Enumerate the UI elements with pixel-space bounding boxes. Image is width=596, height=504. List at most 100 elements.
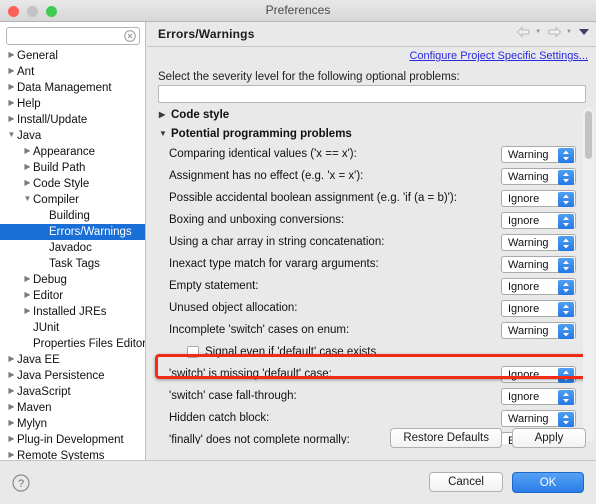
sidebar-item-help[interactable]: ▶ Help [0, 95, 145, 112]
search-input[interactable] [6, 27, 140, 45]
sidebar-item-mylyn[interactable]: ▶ Mylyn [0, 415, 145, 432]
sidebar-item-install-update[interactable]: ▶ Install/Update [0, 111, 145, 128]
chevron-right-icon[interactable]: ▶ [6, 367, 17, 383]
sidebar-item-errors-warnings[interactable]: Errors/Warnings [0, 224, 145, 240]
chevron-down-icon[interactable]: ▼ [22, 191, 33, 207]
chevron-right-icon[interactable]: ▶ [6, 63, 17, 79]
sidebar-item-code-style[interactable]: ▶ Code Style [0, 175, 145, 192]
forward-arrow-icon[interactable] [547, 26, 562, 38]
severity-stepper-icon[interactable] [558, 148, 574, 163]
severity-stepper-icon[interactable] [558, 214, 574, 229]
severity-select-boxing-and-unboxing-conversions[interactable]: Ignore [501, 212, 576, 229]
severity-select-switch-is-missing-default-case[interactable]: Ignore [501, 366, 576, 383]
severity-select-inexact-type-match-for-vararg-arguments[interactable]: Warning [501, 256, 576, 273]
sidebar-item-remote-systems[interactable]: ▶ Remote Systems [0, 447, 145, 460]
sidebar-item-task-tags[interactable]: Task Tags [0, 256, 145, 272]
sidebar-item-label: Ant [17, 66, 35, 78]
sidebar-item-label: Properties Files Editor [33, 338, 146, 350]
sidebar-item-plug-in-development[interactable]: ▶ Plug-in Development [0, 431, 145, 448]
sidebar-item-properties-files-editor[interactable]: Properties Files Editor [0, 336, 146, 352]
content-scrollbar-thumb[interactable] [585, 111, 592, 159]
sidebar-item-ant[interactable]: ▶ Ant [0, 63, 145, 80]
severity-stepper-icon[interactable] [558, 324, 574, 339]
problem-filter-input[interactable] [158, 85, 586, 103]
severity-stepper-icon[interactable] [558, 368, 574, 383]
chevron-right-icon[interactable]: ▶ [6, 383, 17, 399]
severity-stepper-icon[interactable] [558, 390, 574, 405]
chevron-right-icon[interactable]: ▶ [22, 159, 33, 175]
chevron-down-icon[interactable]: ▼ [6, 127, 17, 143]
problem-label: Assignment has no effect (e.g. 'x = x'): [169, 170, 364, 182]
forward-dropdown-caret-icon[interactable]: ▼ [566, 29, 572, 35]
sidebar-item-general[interactable]: ▶ General [0, 48, 145, 64]
back-arrow-icon[interactable] [516, 26, 531, 38]
back-dropdown-caret-icon[interactable]: ▼ [535, 29, 541, 35]
sidebar-item-java-persistence[interactable]: ▶ Java Persistence [0, 367, 145, 384]
severity-select-empty-statement[interactable]: Ignore [501, 278, 576, 295]
severity-stepper-icon[interactable] [558, 412, 574, 427]
chevron-right-icon[interactable]: ▶ [6, 431, 17, 447]
severity-stepper-icon[interactable] [558, 236, 574, 251]
chevron-right-icon[interactable]: ▶ [6, 351, 17, 367]
sidebar-item-building[interactable]: Building [0, 208, 145, 224]
ok-button[interactable]: OK [512, 472, 584, 493]
sidebar-item-label: Building [49, 210, 90, 222]
chevron-right-icon[interactable]: ▶ [22, 287, 33, 303]
sidebar-item-editor[interactable]: ▶ Editor [0, 287, 145, 304]
sidebar-item-maven[interactable]: ▶ Maven [0, 399, 145, 416]
sidebar-item-debug[interactable]: ▶ Debug [0, 271, 145, 288]
sidebar-item-data-management[interactable]: ▶ Data Management [0, 79, 145, 96]
sidebar-item-label: Help [17, 98, 41, 110]
severity-select-comparing-identical-values-x-x[interactable]: Warning [501, 146, 576, 163]
sidebar-item-junit[interactable]: JUnit [0, 320, 145, 336]
sidebar-item-installed-jres[interactable]: ▶ Installed JREs [0, 303, 145, 320]
severity-select-switch-case-fall-through[interactable]: Ignore [501, 388, 576, 405]
signal-default-case-checkbox[interactable] [187, 346, 199, 358]
sidebar-item-javascript[interactable]: ▶ JavaScript [0, 383, 145, 400]
chevron-right-icon[interactable]: ▶ [159, 106, 171, 124]
severity-stepper-icon[interactable] [558, 280, 574, 295]
chevron-right-icon[interactable]: ▶ [6, 415, 17, 431]
severity-stepper-icon[interactable] [558, 258, 574, 273]
chevron-right-icon[interactable]: ▶ [6, 399, 17, 415]
section-header-potential-programming-problems[interactable]: ▼ Potential programming problems [147, 125, 596, 144]
chevron-right-icon[interactable]: ▶ [6, 447, 17, 460]
chevron-right-icon[interactable]: ▶ [6, 111, 17, 127]
severity-select-hidden-catch-block[interactable]: Warning [501, 410, 576, 427]
problem-label: Boxing and unboxing conversions: [169, 214, 345, 226]
severity-select-using-a-char-array-in-string-concatenation[interactable]: Warning [501, 234, 576, 251]
view-menu-icon[interactable] [578, 27, 590, 37]
sidebar-item-java[interactable]: ▼ Java [0, 127, 145, 144]
sidebar-item-label: Installed JREs [33, 306, 107, 318]
chevron-right-icon[interactable]: ▶ [22, 271, 33, 287]
chevron-down-icon[interactable]: ▼ [159, 124, 171, 143]
severity-select-possible-accidental-boolean-assignment-e-g-if-[interactable]: Ignore [501, 190, 576, 207]
section-header-code-style[interactable]: ▶ Code style [147, 106, 596, 125]
severity-select-incomplete-switch-cases-on-enum[interactable]: Warning [501, 322, 576, 339]
severity-stepper-icon[interactable] [558, 192, 574, 207]
severity-stepper-icon[interactable] [558, 170, 574, 185]
severity-select-assignment-has-no-effect-e-g-x-x[interactable]: Warning [501, 168, 576, 185]
sidebar-item-build-path[interactable]: ▶ Build Path [0, 159, 145, 176]
chevron-right-icon[interactable]: ▶ [6, 48, 17, 63]
sidebar-item-compiler[interactable]: ▼ Compiler [0, 191, 145, 208]
clear-search-icon[interactable] [124, 29, 136, 42]
chevron-right-icon[interactable]: ▶ [22, 143, 33, 159]
sidebar-item-java-ee[interactable]: ▶ Java EE [0, 351, 145, 368]
configure-project-specific-settings-link[interactable]: Configure Project Specific Settings... [409, 50, 588, 62]
help-icon[interactable]: ? [12, 474, 30, 497]
preferences-tree[interactable]: ▶ General ▶ Ant ▶ Data Management ▶ Help ▶ Instal… [0, 48, 146, 460]
chevron-right-icon[interactable]: ▶ [6, 79, 17, 95]
apply-button[interactable]: Apply [512, 428, 586, 448]
cancel-button[interactable]: Cancel [429, 472, 503, 492]
chevron-right-icon[interactable]: ▶ [22, 303, 33, 319]
chevron-right-icon[interactable]: ▶ [6, 95, 17, 111]
sidebar-item-appearance[interactable]: ▶ Appearance [0, 143, 145, 160]
restore-defaults-button[interactable]: Restore Defaults [390, 428, 502, 448]
severity-stepper-icon[interactable] [558, 302, 574, 317]
sidebar-item-label: Mylyn [17, 418, 48, 430]
severity-select-unused-object-allocation[interactable]: Ignore [501, 300, 576, 317]
content-scrollbar[interactable] [583, 108, 594, 442]
sidebar-item-javadoc[interactable]: Javadoc [0, 240, 145, 256]
chevron-right-icon[interactable]: ▶ [22, 175, 33, 191]
